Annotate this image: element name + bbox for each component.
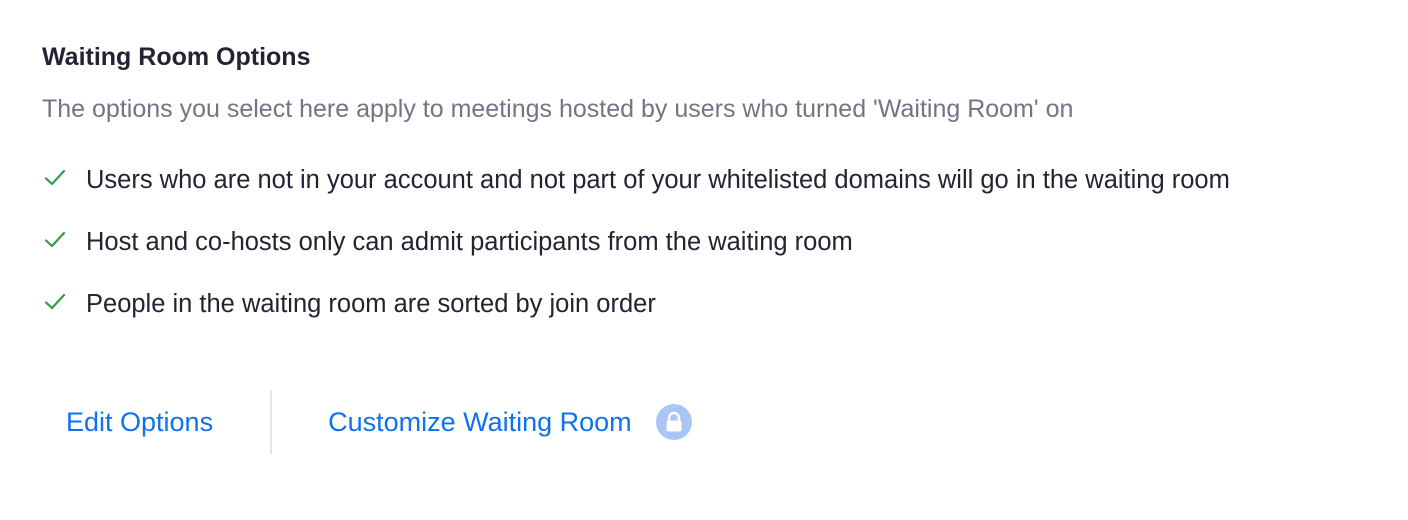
customize-waiting-room-link[interactable]: Customize Waiting Room — [328, 405, 632, 439]
actions-row: Edit Options Customize Waiting Room — [42, 390, 692, 454]
check-icon — [44, 229, 66, 251]
option-item-host-admit: Host and co-hosts only can admit partici… — [42, 221, 1362, 263]
option-item-external-users: Users who are not in your account and no… — [42, 159, 1362, 201]
option-text: Host and co-hosts only can admit partici… — [86, 228, 853, 256]
section-title: Waiting Room Options — [42, 43, 311, 71]
option-text: People in the waiting room are sorted by… — [86, 290, 656, 318]
waiting-room-options-panel: Waiting Room Options The options you sel… — [42, 40, 1362, 454]
check-icon — [44, 291, 66, 313]
options-list: Users who are not in your account and no… — [42, 159, 1362, 325]
divider — [270, 390, 273, 454]
option-item-join-order: People in the waiting room are sorted by… — [42, 283, 1362, 325]
lock-icon[interactable] — [655, 404, 692, 440]
section-description: The options you select here apply to mee… — [42, 95, 1074, 123]
edit-options-link[interactable]: Edit Options — [66, 405, 213, 439]
option-text: Users who are not in your account and no… — [86, 166, 1230, 194]
check-icon — [44, 167, 66, 189]
